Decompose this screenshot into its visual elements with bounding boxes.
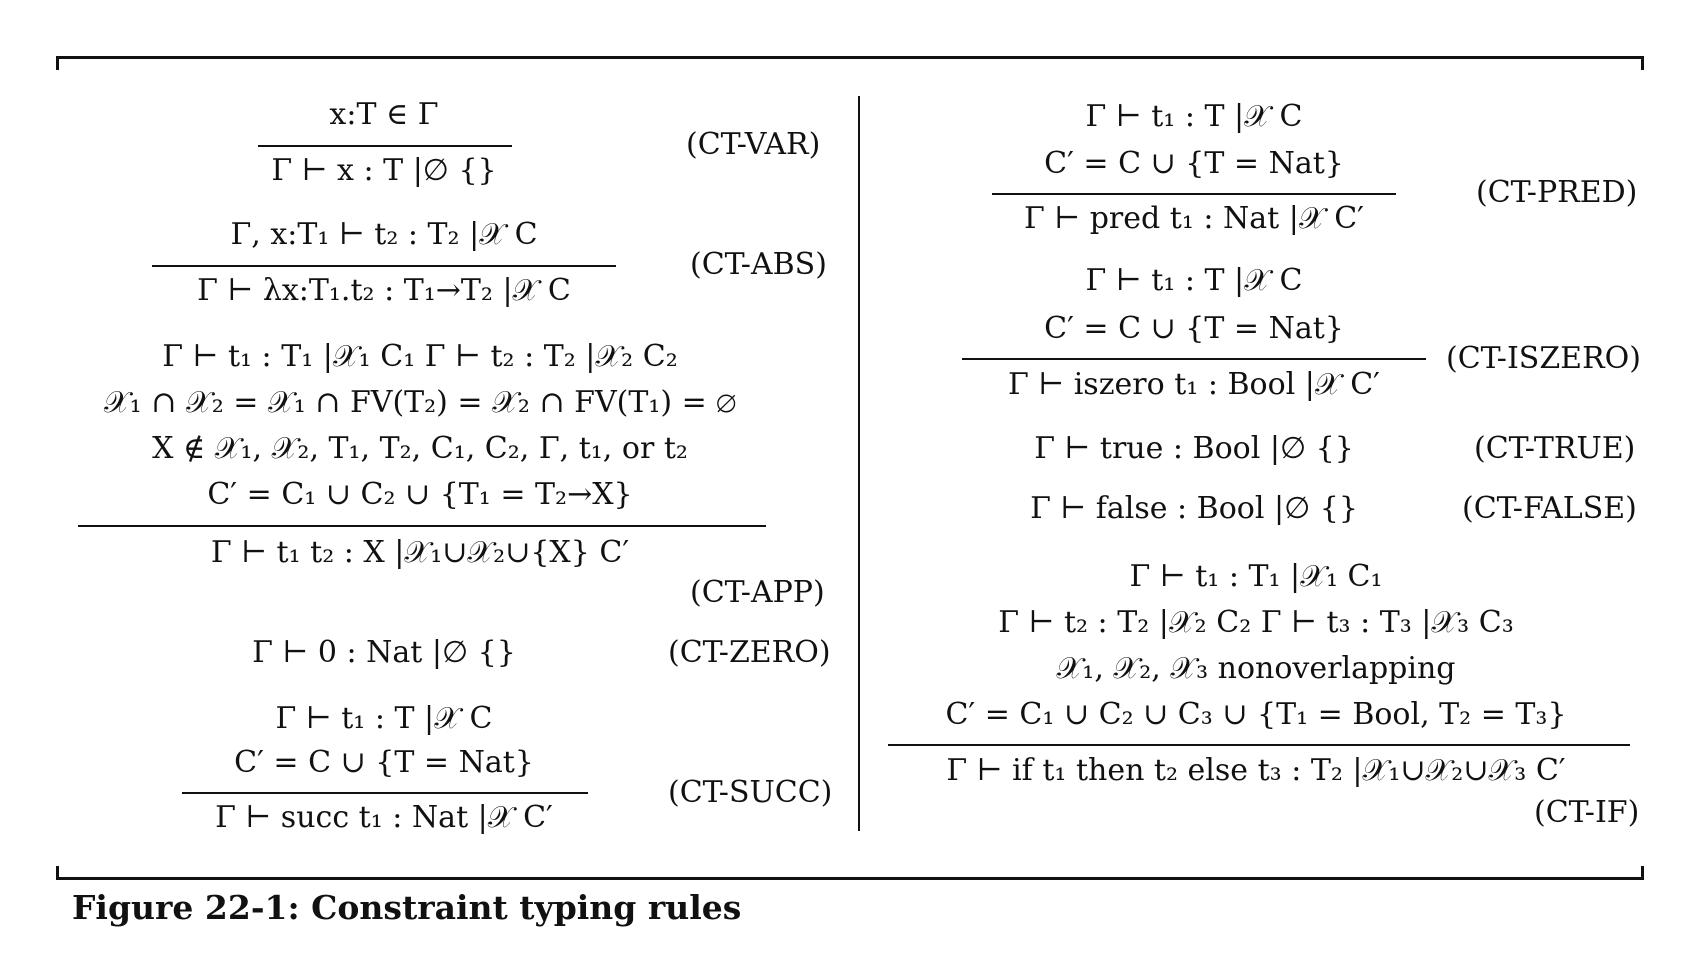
rule-label: (CT-SUCC) [668,775,833,810]
rule-premise: C′ = C ∪ {T = Nat} [234,745,534,780]
rule-conclusion: Γ ⊢ pred t₁ : Nat |𝒳 C′ [1024,201,1364,236]
figure-frame-bottom [56,877,1644,880]
rule-premise: C′ = C ∪ {T = Nat} [1044,146,1344,181]
rule-premise: Γ ⊢ t₁ : T |𝒳 C [1085,99,1303,134]
rule-label: (CT-ISZERO) [1446,341,1641,376]
inference-bar [992,193,1396,195]
frame-tick [1641,866,1644,880]
rule-conclusion: Γ ⊢ x : T |∅ {} [271,153,497,188]
rule-premise: Γ ⊢ t₁ : T₁ |𝒳₁ C₁ [1129,559,1383,594]
frame-tick [56,56,59,70]
rule-premise: C′ = C ∪ {T = Nat} [1044,311,1344,346]
inference-bar [182,792,588,794]
rule-premise: 𝒳₁, 𝒳₂, 𝒳₃ nonoverlapping [1056,651,1456,686]
rule-premise: Γ ⊢ t₂ : T₂ |𝒳₂ C₂ Γ ⊢ t₃ : T₃ |𝒳₃ C₃ [998,605,1514,640]
rule-label: (CT-TRUE) [1474,431,1636,466]
inference-bar [962,358,1426,360]
rule-label: (CT-ZERO) [668,635,831,670]
rule-premise: C′ = C₁ ∪ C₂ ∪ {T₁ = T₂→X} [207,477,633,512]
column-divider [858,96,860,831]
rule-label: (CT-FALSE) [1462,491,1637,526]
rule-conclusion: Γ ⊢ if t₁ then t₂ else t₃ : T₂ |𝒳₁∪𝒳₂∪𝒳₃… [946,753,1566,788]
rule-premise: X ∉ 𝒳₁, 𝒳₂, T₁, T₂, C₁, C₂, Γ, t₁, or t₂ [152,431,688,466]
rule-premise: Γ ⊢ t₁ : T |𝒳 C [1085,263,1303,298]
inference-bar [78,525,766,527]
rule-conclusion: Γ ⊢ λx:T₁.t₂ : T₁→T₂ |𝒳 C [197,273,571,308]
rule-premise: x:T ∈ Γ [329,97,439,132]
rule-premise: Γ ⊢ t₁ : T |𝒳 C [275,701,493,736]
rule-premise: Γ ⊢ t₁ : T₁ |𝒳₁ C₁ Γ ⊢ t₂ : T₂ |𝒳₂ C₂ [162,339,678,374]
inference-bar [888,744,1630,746]
rule-premise: 𝒳₁ ∩ 𝒳₂ = 𝒳₁ ∩ FV(T₂) = 𝒳₂ ∩ FV(T₁) = ∅ [103,385,737,420]
rule-conclusion: Γ ⊢ false : Bool |∅ {} [1030,491,1358,526]
rule-premise: Γ, x:T₁ ⊢ t₂ : T₂ |𝒳 C [230,217,538,252]
frame-tick [1641,56,1644,70]
rule-conclusion: Γ ⊢ t₁ t₂ : X |𝒳₁∪𝒳₂∪{X} C′ [210,535,630,570]
rule-label: (CT-APP) [690,575,825,610]
rule-conclusion: Γ ⊢ iszero t₁ : Bool |𝒳 C′ [1008,367,1380,402]
rule-label: (CT-ABS) [690,247,827,282]
rule-conclusion: Γ ⊢ succ t₁ : Nat |𝒳 C′ [215,800,553,835]
inference-bar [152,265,616,267]
rule-conclusion: Γ ⊢ true : Bool |∅ {} [1034,431,1354,466]
rule-label: (CT-VAR) [686,127,821,162]
figure-frame-top [56,56,1644,59]
rule-conclusion: Γ ⊢ 0 : Nat |∅ {} [252,635,516,670]
figure-caption: Figure 22-1: Constraint typing rules [72,888,742,927]
inference-bar [258,145,512,147]
rule-premise: C′ = C₁ ∪ C₂ ∪ C₃ ∪ {T₁ = Bool, T₂ = T₃} [945,697,1567,732]
rule-label: (CT-PRED) [1476,175,1638,210]
rule-label: (CT-IF) [1534,795,1640,830]
frame-tick [56,866,59,880]
